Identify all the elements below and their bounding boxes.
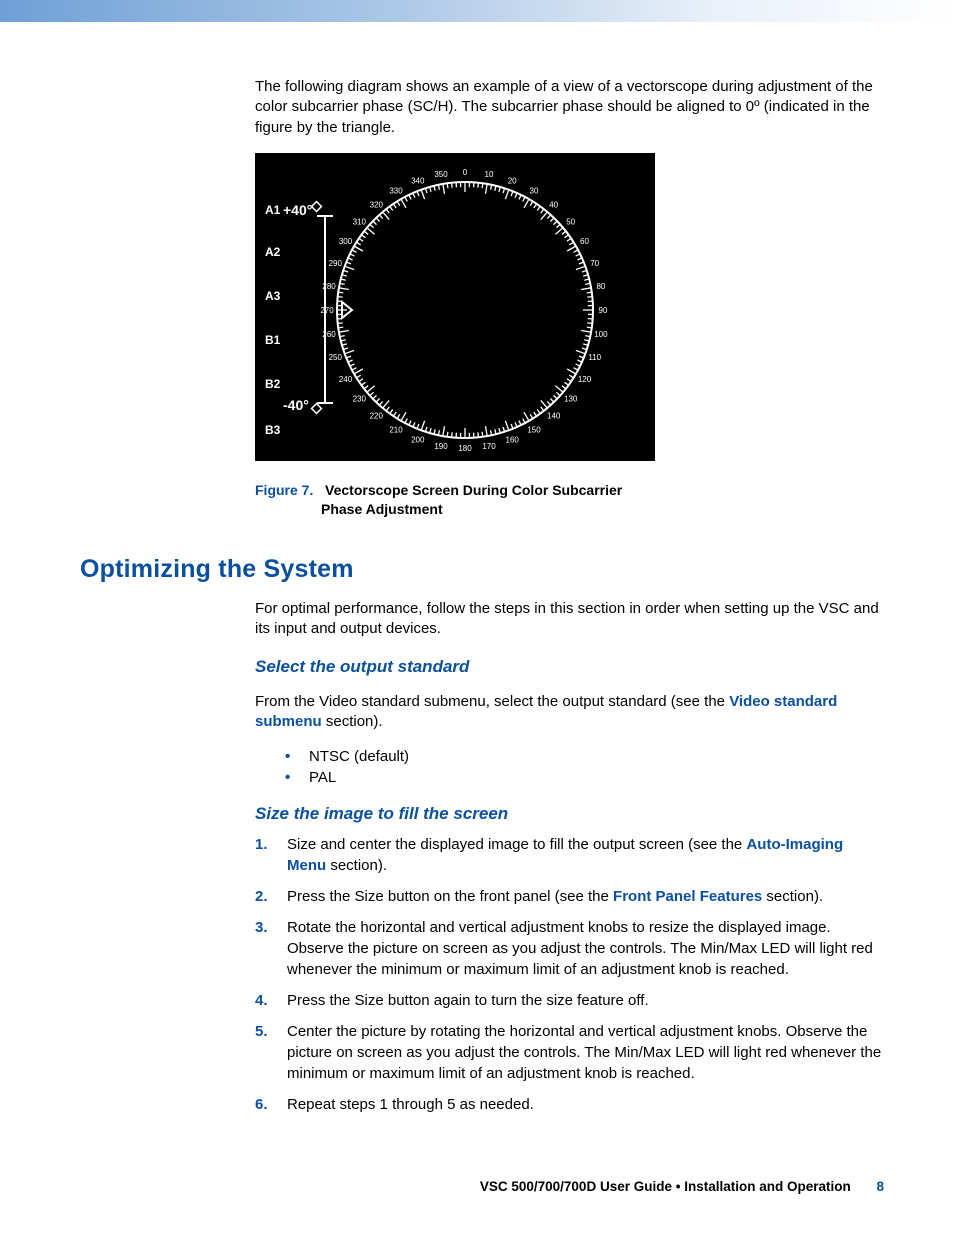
page-content: The following diagram shows an example o…: [0, 22, 954, 1222]
svg-text:170: 170: [482, 442, 496, 451]
svg-text:150: 150: [527, 425, 541, 434]
scope-label-a3: A3: [265, 289, 280, 303]
svg-text:210: 210: [389, 425, 403, 434]
scope-plus40: +40°: [283, 202, 312, 218]
figure-title-2: Phase Adjustment: [321, 500, 884, 519]
header-gradient-bar: [0, 0, 954, 22]
link-front-panel-features[interactable]: Front Panel Features: [613, 888, 762, 905]
svg-text:300: 300: [339, 237, 353, 246]
svg-text:60: 60: [580, 237, 589, 246]
subheading-select-output: Select the output standard: [255, 657, 884, 677]
svg-text:0: 0: [463, 168, 468, 177]
figure-title-1: Vectorscope Screen During Color Subcarri…: [325, 482, 622, 498]
svg-text:340: 340: [411, 176, 425, 185]
svg-text:350: 350: [434, 170, 448, 179]
svg-text:330: 330: [389, 186, 403, 195]
step-3: Rotate the horizontal and vertical adjus…: [255, 917, 884, 980]
svg-text:180: 180: [458, 444, 472, 453]
svg-text:220: 220: [370, 411, 384, 420]
svg-text:110: 110: [588, 353, 601, 362]
select-text-b: section).: [322, 713, 383, 730]
intro-paragraph: The following diagram shows an example o…: [255, 77, 884, 138]
svg-text:190: 190: [434, 442, 448, 451]
step-1: Size and center the displayed image to f…: [255, 834, 884, 876]
output-standard-list: NTSC (default) PAL: [285, 748, 884, 786]
vectorscope-screen: 0 10 20 30 40 50 60 70 80 90 100 110 120 130140 150 160…: [255, 153, 655, 461]
scope-label-b2: B2: [265, 377, 280, 391]
scope-minus40: -40°: [283, 397, 309, 413]
scope-label-b3: B3: [265, 423, 280, 437]
svg-text:230: 230: [353, 394, 367, 403]
section-intro: For optimal performance, follow the step…: [255, 599, 884, 640]
figure-caption: Figure 7. Vectorscope Screen During Colo…: [255, 481, 884, 519]
svg-text:120: 120: [578, 375, 592, 384]
svg-text:290: 290: [329, 259, 343, 268]
figure-label: Figure 7.: [255, 482, 313, 498]
svg-text:10: 10: [485, 170, 494, 179]
select-text-a: From the Video standard submenu, select …: [255, 693, 729, 710]
svg-text:160: 160: [506, 435, 520, 444]
scope-label-a1: A1: [265, 203, 280, 217]
svg-text:80: 80: [596, 282, 605, 291]
svg-text:90: 90: [599, 306, 608, 315]
svg-text:100: 100: [594, 330, 608, 339]
svg-text:320: 320: [370, 200, 384, 209]
svg-text:50: 50: [566, 217, 575, 226]
scope-label-b1: B1: [265, 333, 280, 347]
svg-text:70: 70: [590, 259, 599, 268]
footer-title: VSC 500/700/700D User Guide • Installati…: [480, 1179, 851, 1194]
figure-7: 0 10 20 30 40 50 60 70 80 90 100 110 120 130140 150 160…: [255, 153, 884, 519]
page-footer: VSC 500/700/700D User Guide • Installati…: [480, 1179, 884, 1194]
svg-text:20: 20: [508, 176, 517, 185]
bullet-ntsc: NTSC (default): [285, 748, 884, 765]
bullet-pal: PAL: [285, 769, 884, 786]
subheading-size-image: Size the image to fill the screen: [255, 804, 884, 824]
svg-text:30: 30: [530, 186, 539, 195]
scope-label-a2: A2: [265, 245, 280, 259]
step-2: Press the Size button on the front panel…: [255, 886, 884, 907]
svg-text:140: 140: [547, 411, 561, 420]
size-image-steps: Size and center the displayed image to f…: [255, 834, 884, 1115]
svg-text:130: 130: [564, 394, 578, 403]
section-heading-optimizing: Optimizing the System: [80, 555, 884, 584]
step-5: Center the picture by rotating the horiz…: [255, 1021, 884, 1084]
svg-text:270: 270: [320, 306, 334, 315]
svg-text:310: 310: [353, 217, 367, 226]
svg-text:40: 40: [549, 200, 558, 209]
footer-page-number: 8: [876, 1179, 884, 1194]
svg-text:240: 240: [339, 375, 353, 384]
svg-text:200: 200: [411, 435, 425, 444]
svg-text:250: 250: [329, 353, 343, 362]
select-output-text: From the Video standard submenu, select …: [255, 692, 884, 733]
step-4: Press the Size button again to turn the …: [255, 990, 884, 1011]
step-6: Repeat steps 1 through 5 as needed.: [255, 1094, 884, 1115]
